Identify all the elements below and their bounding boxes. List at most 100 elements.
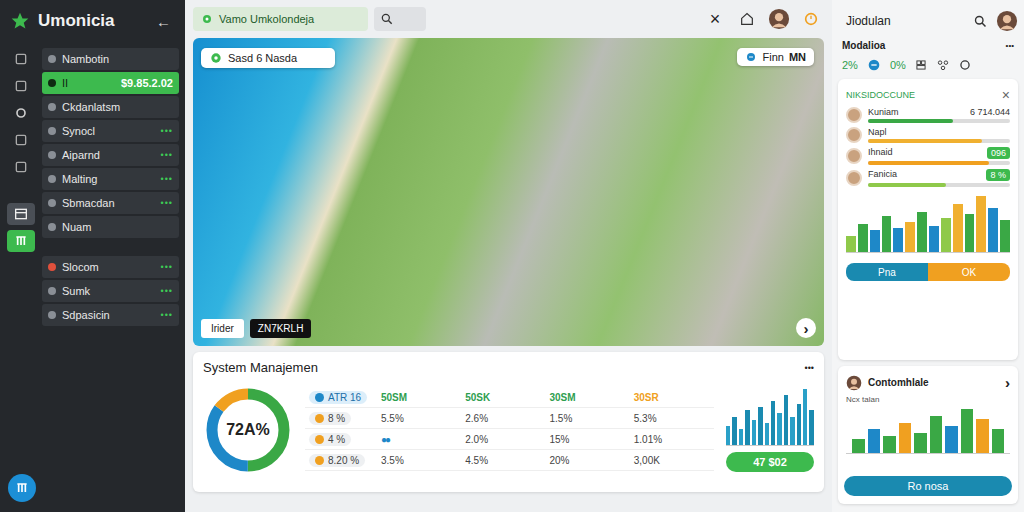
sidebar-item[interactable]: Sbmacdan ••• [42, 192, 179, 214]
rail-item[interactable] [7, 156, 35, 178]
apps-icon[interactable] [914, 58, 928, 72]
donut-chart: 72A% [203, 385, 293, 475]
item-label: Sumk [62, 285, 155, 297]
table-cell: 2.6% [461, 410, 545, 429]
action-button[interactable]: Ro nosa [844, 476, 1012, 496]
header-label: ATR 16 [328, 392, 361, 403]
table-cell: 4 % [305, 431, 377, 450]
ok-button[interactable]: OK [928, 263, 1010, 281]
clock-button[interactable] [798, 6, 824, 32]
total-button[interactable]: 47 $02 [726, 452, 814, 472]
toggle-icon[interactable] [866, 57, 882, 73]
item-label: Nambotin [62, 53, 173, 65]
person-badge: 8 % [986, 169, 1010, 181]
main: Vamo Umkolondeja × Sasd 6 Nasda FinnMN Iride… [185, 0, 832, 512]
sidebar-item[interactable]: Aiparnd ••• [42, 144, 179, 166]
more-button[interactable]: ••• [805, 363, 814, 373]
sidebar-item[interactable]: Malting••• [42, 168, 179, 190]
location-card: Sasd 6 Nasda [201, 48, 335, 68]
next-button[interactable]: › [796, 318, 816, 338]
rail-item[interactable] [7, 102, 35, 124]
fab-button[interactable] [8, 474, 36, 502]
sidebar-body: NambotinII$9.85.2.02CkdanlatsmSynocl•••A… [6, 48, 179, 504]
table-cell: 5.3% [630, 410, 714, 429]
nodes-icon[interactable] [936, 58, 950, 72]
pna-button[interactable]: Pna [846, 263, 928, 281]
search-icon[interactable] [973, 14, 988, 29]
map-toggle[interactable]: FinnMN [737, 48, 814, 66]
map-button[interactable]: Irider [201, 319, 244, 338]
rail-item[interactable] [7, 203, 35, 225]
item-icon [48, 103, 56, 111]
rail-icon [13, 132, 29, 148]
item-label: Aiparnd [62, 149, 155, 161]
rail-item[interactable] [7, 129, 35, 151]
more-icon[interactable]: ••• [161, 150, 173, 160]
cell-text: 4 % [328, 434, 345, 445]
sidebar-item[interactable]: Ckdanlatsm [42, 96, 179, 118]
item-icon [48, 311, 56, 319]
sidebar-item[interactable]: Nuam [42, 216, 179, 238]
more-icon[interactable]: ••• [161, 126, 173, 136]
rail-item[interactable] [7, 230, 35, 252]
columns-icon [14, 480, 30, 496]
more-icon[interactable]: ••• [161, 174, 173, 184]
rail-item[interactable] [7, 48, 35, 70]
person-row[interactable]: Kuniam6 714.044 [846, 107, 1010, 123]
sidebar-item[interactable]: Sdpasicin ••• [42, 304, 179, 326]
header-label: 50SK [465, 392, 490, 403]
panel-title: Jiodulan [838, 14, 965, 28]
more-icon[interactable]: ••• [161, 262, 173, 272]
sidebar-item[interactable]: Slocom••• [42, 256, 179, 278]
profile-button[interactable] [766, 6, 792, 32]
person-row[interactable]: Napl [846, 127, 1010, 143]
bar [797, 404, 801, 444]
bar [790, 417, 794, 445]
bar [809, 410, 813, 444]
item-icon [48, 287, 56, 295]
ring-icon[interactable] [958, 58, 972, 72]
item-label: Sdpasicin [62, 309, 155, 321]
bar [803, 389, 807, 445]
back-button[interactable]: ← [156, 13, 179, 30]
avatar-icon[interactable] [996, 10, 1018, 32]
toggle-value: MN [789, 51, 806, 63]
more-icon[interactable]: ••• [161, 198, 173, 208]
home-button[interactable] [734, 6, 760, 32]
item-icon [48, 175, 56, 183]
more-button[interactable]: ••• [1006, 41, 1014, 50]
icon-rail [6, 48, 36, 504]
person-name: Ihnaid [868, 147, 893, 159]
search-field[interactable]: Vamo Umkolondeja [193, 7, 368, 31]
cell-text: 15% [550, 434, 570, 445]
cell-text: ●● [381, 434, 389, 445]
person-row[interactable]: Ihnaid096 [846, 147, 1010, 165]
more-icon[interactable]: ••• [161, 286, 173, 296]
arrow-button[interactable]: › [1005, 374, 1010, 391]
logo: Umonicia ← [6, 8, 179, 34]
avatar-icon [846, 375, 862, 391]
sidebar-item[interactable]: Nambotin [42, 48, 179, 70]
city-map[interactable]: Sasd 6 Nasda FinnMN Irider ZN7KRLH › [193, 38, 824, 346]
rail-item[interactable] [7, 75, 35, 97]
map-button[interactable]: ZN7KRLH [250, 319, 312, 338]
progress-track [868, 183, 1010, 187]
sidebar-item[interactable]: II$9.85.2.02 [42, 72, 179, 94]
table-cell: 15% [546, 431, 630, 450]
item-label: Ckdanlatsm [62, 101, 173, 113]
cell-text: 3,00K [634, 455, 660, 466]
sidebar-item[interactable]: Sumk ••• [42, 280, 179, 302]
person-row[interactable]: Fanicia8 % [846, 169, 1010, 187]
cell-text: 3.5% [381, 455, 404, 466]
close-button[interactable]: × [702, 6, 728, 32]
item-label: Sbmacdan [62, 197, 155, 209]
more-icon[interactable]: ••• [161, 310, 173, 320]
stats-row: 2%0% [838, 57, 1018, 73]
sidebar-item[interactable]: Synocl••• [42, 120, 179, 142]
table-cell: 2.0% [461, 431, 545, 450]
data-table: ATR 1650SM50SK30SM30SR8 %5.5%2.6%1.5%5.3… [305, 389, 714, 471]
app-name: Umonicia [38, 11, 148, 31]
close-button[interactable]: × [1002, 87, 1010, 103]
search-button[interactable] [374, 7, 426, 31]
cell-text: 2.0% [465, 434, 488, 445]
